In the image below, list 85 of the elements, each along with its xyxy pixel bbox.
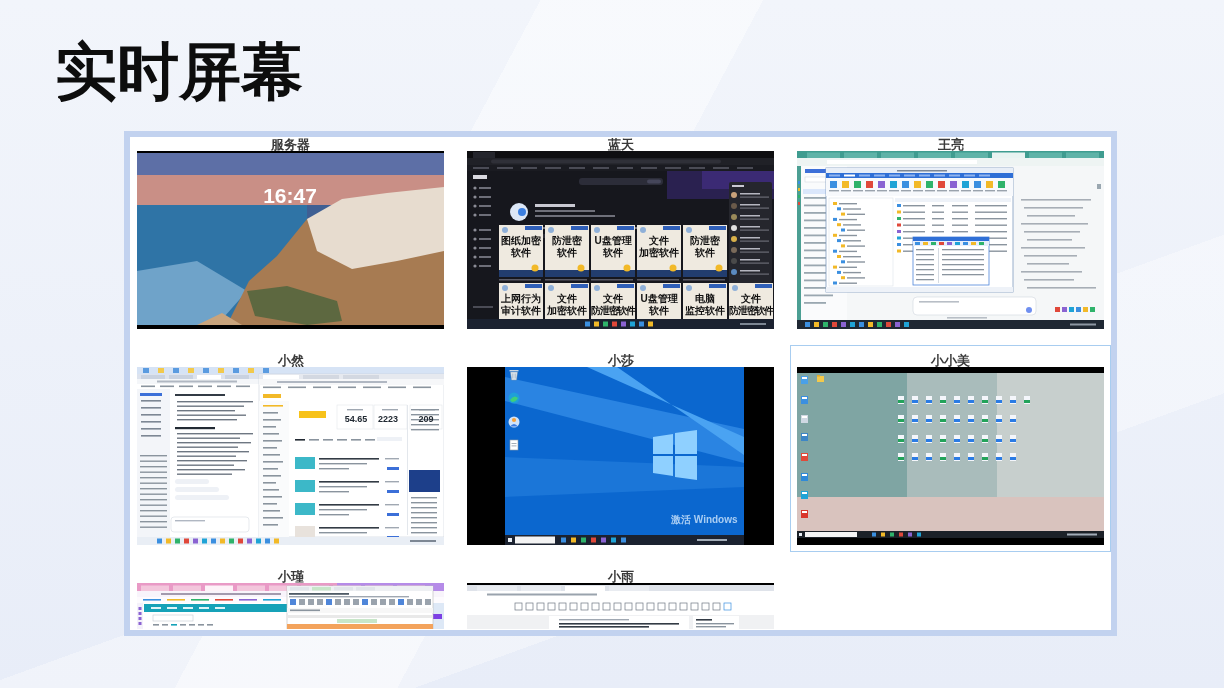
screen-card[interactable]: 小莎 激活 Windows bbox=[460, 345, 781, 552]
video-cover[interactable]: 文件 加密软件 bbox=[545, 283, 589, 319]
screen-card[interactable]: 王亮 bbox=[790, 137, 1111, 336]
file-icon[interactable] bbox=[926, 415, 932, 423]
cover-caption: 图纸加密 软件 bbox=[501, 235, 541, 258]
video-cover[interactable]: 图纸加密 软件 bbox=[499, 225, 543, 277]
desktop-icon[interactable] bbox=[801, 453, 808, 461]
video-cover[interactable]: 防泄密 软件 bbox=[545, 225, 589, 277]
desktop-icon[interactable] bbox=[801, 433, 808, 441]
file-icon[interactable] bbox=[940, 415, 946, 423]
file-icon[interactable] bbox=[996, 415, 1002, 423]
cover-caption: U盘管理 软件 bbox=[640, 293, 678, 316]
file-icon[interactable] bbox=[926, 396, 932, 404]
window-logo-icon bbox=[653, 430, 697, 480]
file-icon[interactable] bbox=[940, 435, 946, 443]
person-icon[interactable] bbox=[508, 416, 520, 428]
desktop-icon[interactable] bbox=[801, 510, 808, 518]
file-icon[interactable] bbox=[898, 453, 904, 461]
desktop-icon[interactable] bbox=[801, 376, 808, 384]
screen-card[interactable]: 小瑾 bbox=[130, 561, 451, 630]
file-icon[interactable] bbox=[968, 453, 974, 461]
cover-caption: 文件 加密软件 bbox=[639, 235, 679, 258]
file-icon[interactable] bbox=[898, 415, 904, 423]
clock-text: 16:47 bbox=[263, 184, 317, 207]
file-icon[interactable] bbox=[912, 396, 918, 404]
desktop-icon[interactable] bbox=[801, 491, 808, 499]
video-cover[interactable]: 电脑 监控软件 bbox=[683, 283, 727, 319]
stat-value: 2223 bbox=[378, 414, 398, 424]
file-icon[interactable] bbox=[1010, 396, 1016, 404]
stat-value: 209 bbox=[418, 414, 434, 424]
file-icon[interactable] bbox=[926, 435, 932, 443]
file-icon[interactable] bbox=[954, 415, 960, 423]
screen-card[interactable]: 服务器 16:47 bbox=[130, 137, 451, 336]
file-icon[interactable] bbox=[968, 396, 974, 404]
desktop-icon[interactable] bbox=[801, 473, 808, 481]
swirl-icon[interactable] bbox=[508, 392, 520, 404]
file-icon[interactable] bbox=[912, 435, 918, 443]
file-icon[interactable] bbox=[968, 415, 974, 423]
file-icon[interactable] bbox=[982, 435, 988, 443]
screen-card[interactable]: 小小美 bbox=[790, 345, 1111, 552]
video-cover[interactable]: 防泄密 软件 bbox=[683, 225, 727, 277]
file-icon[interactable] bbox=[996, 435, 1002, 443]
video-cover[interactable]: 文件 加密软件 bbox=[637, 225, 681, 277]
file-icon[interactable] bbox=[898, 396, 904, 404]
screen-card[interactable]: 小雨 bbox=[460, 561, 781, 630]
file-icon[interactable] bbox=[926, 453, 932, 461]
cover-caption: 防泄密 软件 bbox=[552, 235, 582, 258]
video-cover[interactable]: 上网行为 审计软件 bbox=[499, 283, 543, 319]
file-icon[interactable] bbox=[912, 453, 918, 461]
video-cover[interactable]: 文件 防泄密软件 bbox=[591, 283, 635, 319]
file-icon[interactable] bbox=[968, 435, 974, 443]
stat-value: 54.65 bbox=[344, 414, 368, 424]
video-cover[interactable]: U盘管理 软件 bbox=[591, 225, 635, 277]
page-title: 实时屏幕 bbox=[55, 36, 303, 108]
screen-card[interactable]: 小然 54.65 2223 209 bbox=[130, 345, 451, 552]
file-icon[interactable] bbox=[1010, 415, 1016, 423]
file-icon[interactable] bbox=[898, 435, 904, 443]
cover-caption: 上网行为 审计软件 bbox=[501, 293, 541, 316]
cover-caption: 文件 防泄密软件 bbox=[591, 293, 635, 316]
file-icon[interactable] bbox=[954, 453, 960, 461]
watermark-text: 激活 Windows bbox=[671, 514, 738, 525]
recycle-bin-icon[interactable] bbox=[509, 370, 519, 381]
document-icon[interactable] bbox=[509, 439, 519, 451]
file-icon[interactable] bbox=[940, 396, 946, 404]
file-icon[interactable] bbox=[912, 415, 918, 423]
file-icon[interactable] bbox=[996, 396, 1002, 404]
screen-card[interactable]: 蓝天 图纸加密 软件 防泄密 软件 U盘管理 软件 文件 加密软件 防泄密 软件 上网行为 审计软件 文件 加密软件 文件 防泄密软件 U盘管理 软件 电脑 监控软件 文件 防泄密软件 bbox=[460, 137, 781, 336]
file-icon[interactable] bbox=[954, 435, 960, 443]
video-cover[interactable]: 文件 防泄密软件 bbox=[729, 283, 773, 319]
file-icon[interactable] bbox=[1024, 396, 1030, 404]
cover-caption: 电脑 监控软件 bbox=[685, 293, 725, 316]
file-icon[interactable] bbox=[982, 396, 988, 404]
file-icon[interactable] bbox=[1010, 435, 1016, 443]
cover-caption: 文件 防泄密软件 bbox=[729, 293, 773, 316]
cover-caption: U盘管理 软件 bbox=[594, 235, 632, 258]
file-icon[interactable] bbox=[954, 396, 960, 404]
file-icon[interactable] bbox=[982, 415, 988, 423]
file-icon[interactable] bbox=[1010, 453, 1016, 461]
file-icon[interactable] bbox=[940, 453, 946, 461]
desktop-icon[interactable] bbox=[801, 396, 808, 404]
cover-caption: 文件 加密软件 bbox=[547, 293, 587, 316]
cover-caption: 防泄密 软件 bbox=[690, 235, 720, 258]
file-icon[interactable] bbox=[996, 453, 1002, 461]
video-cover[interactable]: U盘管理 软件 bbox=[637, 283, 681, 319]
file-icon[interactable] bbox=[982, 453, 988, 461]
